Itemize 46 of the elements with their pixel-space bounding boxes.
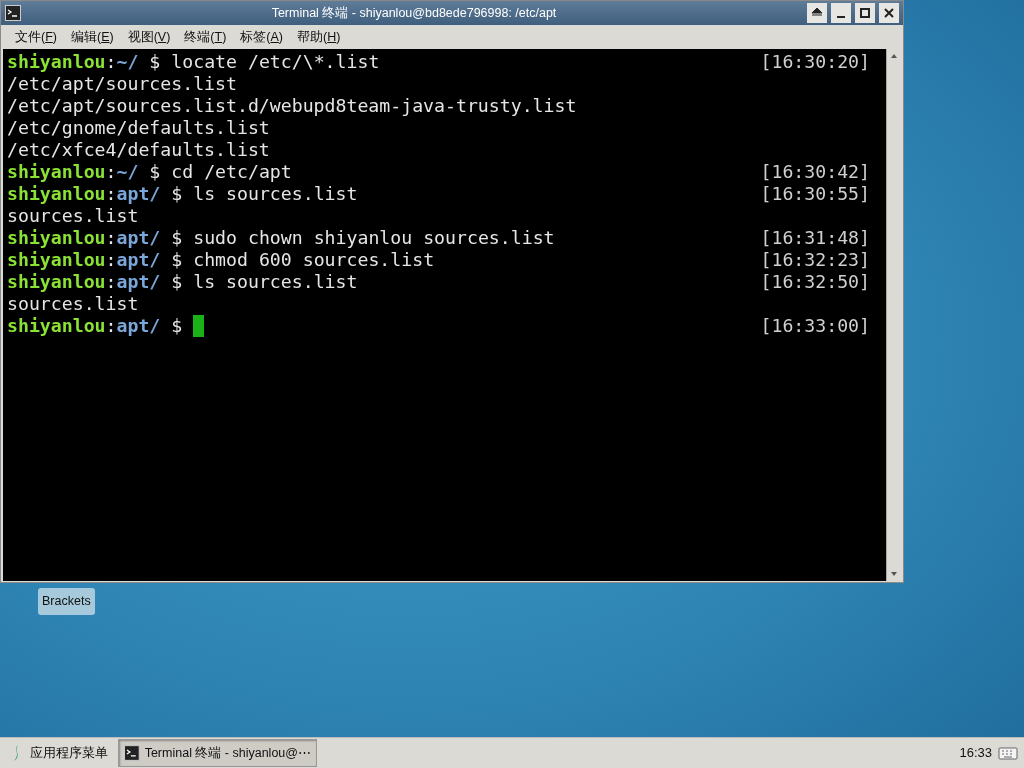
minimize-button[interactable]	[831, 3, 851, 23]
timestamp: [16:32:50]	[760, 271, 871, 293]
command-text: sudo chown shiyanlou sources.list	[193, 227, 555, 249]
shell-prompt: shiyanlou:~/ $	[7, 161, 161, 183]
menu-item[interactable]: 视图(V)	[121, 25, 177, 49]
timestamp: [16:30:20]	[760, 51, 871, 73]
output-line: /etc/gnome/defaults.list	[7, 117, 270, 139]
apps-menu-button[interactable]: 应用程序菜单	[6, 743, 112, 763]
timestamp: [16:30:55]	[760, 183, 871, 205]
shell-prompt: shiyanlou:apt/ $	[7, 227, 183, 249]
shell-prompt: shiyanlou:~/ $	[7, 51, 161, 73]
menu-item[interactable]: 文件(F)	[9, 25, 63, 49]
output-line: sources.list	[7, 293, 139, 315]
minimize-icon	[837, 16, 845, 18]
timestamp: [16:31:48]	[760, 227, 871, 249]
timestamp: [16:30:42]	[760, 161, 871, 183]
menu-item[interactable]: 标签(A)	[234, 25, 290, 49]
menu-item[interactable]: 终端(T)	[178, 25, 233, 49]
timestamp: [16:32:23]	[760, 249, 871, 271]
output-line: /etc/apt/sources.list.d/webupd8team-java-trusty.list	[7, 95, 577, 117]
command-text: cd /etc/apt	[171, 161, 292, 183]
output-line: /etc/apt/sources.list	[7, 73, 237, 95]
maximize-icon	[858, 6, 872, 20]
desktop-shortcut-label[interactable]: Brackets	[38, 588, 95, 615]
taskbar-button[interactable]: Terminal 终端 - shiyanlou@⋯	[118, 739, 317, 767]
window-title: Terminal 终端 - shiyanlou@bd8ede796998: /etc/apt	[270, 4, 558, 22]
terminal-icon	[5, 5, 21, 21]
command-text: chmod 600 sources.list	[193, 249, 435, 271]
shade-button[interactable]	[807, 3, 827, 23]
output-line: /etc/xfce4/defaults.list	[7, 139, 270, 161]
shell-prompt: shiyanlou:apt/ $	[7, 271, 183, 293]
close-button[interactable]	[879, 3, 899, 23]
shell-prompt: shiyanlou:apt/ $	[7, 249, 183, 271]
command-text: ls sources.list	[193, 183, 358, 205]
timestamp: [16:33:00]	[760, 315, 871, 337]
terminal-icon	[124, 745, 140, 761]
shell-prompt: shiyanlou:apt/ $	[7, 315, 183, 337]
close-icon	[882, 6, 896, 20]
clock: 16:33	[959, 744, 992, 763]
menu-item[interactable]: 帮助(H)	[291, 25, 347, 49]
shell-prompt: shiyanlou:apt/ $	[7, 183, 183, 205]
command-text: locate /etc/\*.list	[171, 51, 380, 73]
maximize-button[interactable]	[855, 3, 875, 23]
command-text: ls sources.list	[193, 271, 358, 293]
menu-item[interactable]: 编辑(E)	[65, 25, 120, 49]
output-line: sources.list	[7, 205, 139, 227]
